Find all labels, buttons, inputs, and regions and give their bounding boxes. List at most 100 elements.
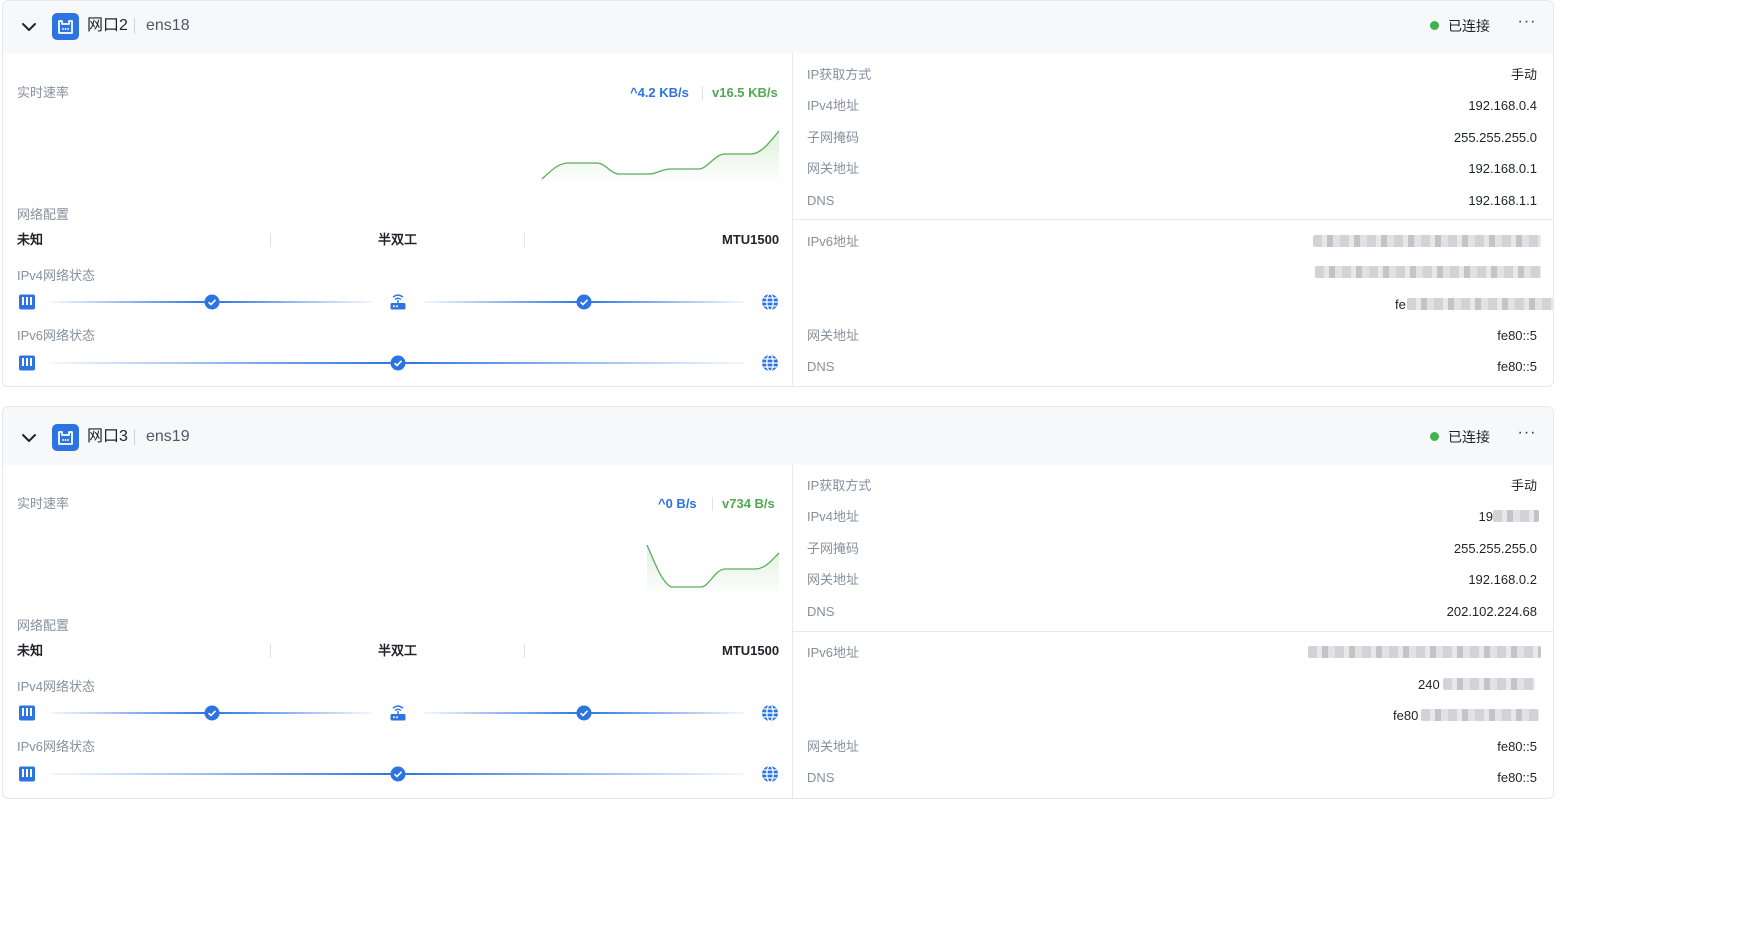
ip-method-value: 手动 — [1510, 67, 1537, 82]
config-duplex: 半双工 — [378, 643, 418, 658]
ipv6-address-prefix: 240 — [1418, 677, 1440, 692]
speed-label: 实时速率 — [17, 85, 70, 100]
ipv6-dns-label: DNS — [807, 770, 835, 785]
config-mtu: MTU1500 — [722, 232, 780, 247]
ipv6-status-label: IPv6网络状态 — [17, 328, 96, 343]
speed-sparkline — [541, 130, 780, 185]
status-dot — [1430, 21, 1439, 30]
nic-icon — [19, 355, 35, 371]
status-text: 已连接 — [1448, 18, 1490, 34]
speed-divider — [712, 497, 713, 511]
globe-icon — [762, 765, 778, 783]
more-icon[interactable]: ··· — [1516, 424, 1538, 446]
ipv6-address-prefix: fe — [1395, 297, 1406, 312]
dns-value: 202.102.224.68 — [1446, 604, 1537, 619]
ipv6-address-redacted — [1313, 235, 1541, 247]
router-icon — [390, 705, 406, 721]
ipv4-status-label: IPv4网络状态 — [17, 679, 96, 694]
gateway-value: 192.168.0.1 — [1468, 161, 1537, 176]
ipv6-gateway-value: fe80::5 — [1497, 739, 1537, 754]
config-speed: 未知 — [17, 643, 44, 658]
dns-label: DNS — [807, 604, 835, 619]
section-divider — [793, 631, 1553, 632]
port-name: 网口3 — [87, 428, 128, 445]
globe-icon — [762, 704, 778, 722]
config-divider — [524, 233, 525, 247]
nic-icon — [19, 705, 35, 721]
ipv4-address-redacted — [1493, 510, 1539, 522]
port-card-header[interactable]: 网口3 ens19 已连接 ··· — [3, 407, 1553, 465]
port-card-ens19: 网口3 ens19 已连接 ··· 实时速率 ^0 B/s v734 B/s 网… — [2, 406, 1554, 799]
chevron-down-icon[interactable] — [18, 16, 40, 38]
globe-icon — [762, 293, 778, 311]
ipv6-address-label: IPv6地址 — [807, 234, 860, 249]
header-divider — [134, 429, 135, 445]
ipv6-address-redacted — [1407, 298, 1553, 310]
ipv6-address-label: IPv6地址 — [807, 645, 860, 660]
ipv4-address-value: 19 — [1478, 509, 1493, 524]
subnet-mask-label: 子网掩码 — [807, 541, 860, 556]
check-circle-icon — [204, 705, 220, 721]
arrow-up-icon: ^ — [630, 85, 638, 100]
download-speed: v16.5 KB/s — [712, 85, 778, 100]
ipv6-gateway-value: fe80::5 — [1497, 328, 1537, 343]
ipv4-address-label: IPv4地址 — [807, 509, 860, 524]
download-speed: v734 B/s — [722, 496, 775, 511]
network-config-label: 网络配置 — [17, 618, 70, 633]
ipv4-status-label: IPv4网络状态 — [17, 268, 96, 283]
port-name: 网口2 — [87, 17, 128, 34]
section-divider — [793, 219, 1553, 220]
ip-method-value: 手动 — [1510, 478, 1537, 493]
gateway-value: 192.168.0.2 — [1468, 572, 1537, 587]
config-speed: 未知 — [17, 232, 44, 247]
port-card-header[interactable]: 网口2 ens18 已连接 ··· — [3, 1, 1553, 53]
config-duplex: 半双工 — [378, 232, 418, 247]
status-text: 已连接 — [1448, 429, 1490, 445]
config-divider — [270, 644, 271, 658]
check-circle-icon — [390, 766, 406, 782]
subnet-mask-value: 255.255.255.0 — [1453, 541, 1537, 556]
check-circle-icon — [576, 705, 592, 721]
ip-method-label: IP获取方式 — [807, 478, 872, 493]
check-circle-icon — [576, 294, 592, 310]
port-card-ens18: 网口2 ens18 已连接 ··· 实时速率 ^4.2 KB/s v16.5 K… — [2, 0, 1554, 387]
ipv6-address-redacted — [1421, 709, 1539, 721]
ethernet-port-icon — [52, 13, 79, 40]
ipv4-address-label: IPv4地址 — [807, 98, 860, 113]
gateway-label: 网关地址 — [807, 161, 860, 176]
dns-label: DNS — [807, 193, 835, 208]
more-icon[interactable]: ··· — [1516, 13, 1538, 35]
nic-icon — [19, 294, 35, 310]
speed-divider — [702, 86, 703, 100]
config-divider — [270, 233, 271, 247]
ipv6-address-prefix: fe80 — [1393, 708, 1419, 723]
ipv6-address-redacted — [1443, 678, 1535, 690]
gateway-label: 网关地址 — [807, 572, 860, 587]
check-circle-icon — [390, 355, 406, 371]
ethernet-port-icon — [52, 424, 79, 451]
interface-name: ens18 — [146, 17, 190, 34]
ipv6-address-redacted — [1308, 646, 1541, 658]
port-right-panel: IP获取方式 手动 IPv4地址 19 子网掩码 255.255.255.0 网… — [793, 465, 1553, 798]
network-config-label: 网络配置 — [17, 207, 70, 222]
ip-method-label: IP获取方式 — [807, 67, 872, 82]
arrow-up-icon: ^ — [658, 496, 666, 511]
config-mtu: MTU1500 — [722, 643, 780, 658]
upload-speed: ^0 B/s — [658, 496, 697, 511]
router-icon — [390, 294, 406, 310]
ipv4-address-value: 192.168.0.4 — [1468, 98, 1537, 113]
chevron-down-icon[interactable] — [18, 427, 40, 449]
globe-icon — [762, 354, 778, 372]
port-left-panel: 实时速率 ^0 B/s v734 B/s 网络配置 未知 半双工 MTU1500… — [3, 465, 792, 798]
ipv6-address-redacted — [1315, 266, 1541, 278]
ipv6-dns-label: DNS — [807, 359, 835, 374]
check-circle-icon — [204, 294, 220, 310]
speed-label: 实时速率 — [17, 496, 70, 511]
config-divider — [524, 644, 525, 658]
ipv6-gateway-label: 网关地址 — [807, 739, 860, 754]
port-left-panel: 实时速率 ^4.2 KB/s v16.5 KB/s 网络配置 未知 半双工 MT… — [3, 53, 792, 386]
ipv6-status-label: IPv6网络状态 — [17, 739, 96, 754]
ipv6-dns-value: fe80::5 — [1497, 770, 1537, 785]
port-right-panel: IP获取方式 手动 IPv4地址 192.168.0.4 子网掩码 255.25… — [793, 53, 1553, 386]
dns-value: 192.168.1.1 — [1468, 193, 1537, 208]
